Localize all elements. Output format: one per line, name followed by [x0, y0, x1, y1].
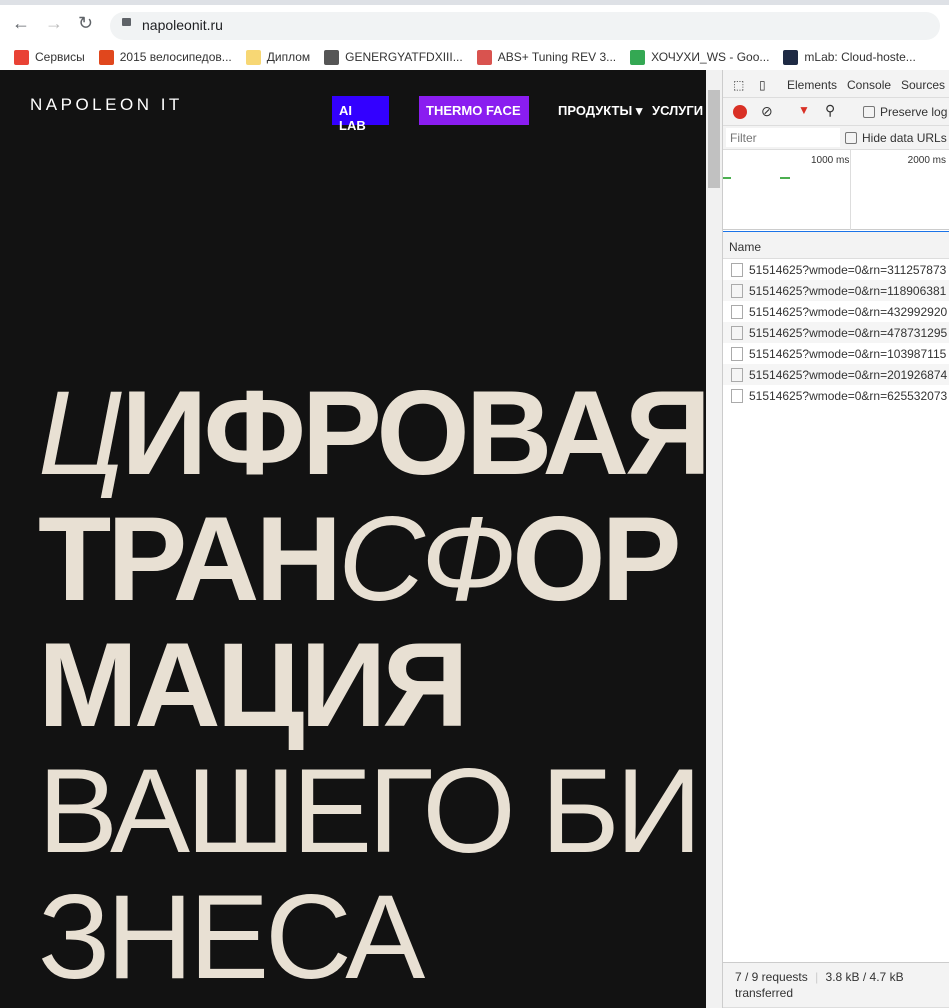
hero-line-3: ВАШЕГО БИЗНЕСА [38, 744, 702, 1004]
forward-icon[interactable]: → [45, 13, 63, 34]
page-scrollbar[interactable] [706, 70, 722, 1008]
network-toolbar: ⊘ ▼ ⚲ Preserve log [723, 98, 949, 126]
nav-products[interactable]: ПРОДУКТЫ ▾ [558, 103, 642, 119]
file-icon [731, 304, 743, 319]
filter-bar: Hide data URLs [723, 126, 949, 150]
column-header-name[interactable]: Name [723, 231, 949, 259]
hero-line-2: ТРАНСФОРМАЦИЯ [38, 496, 722, 748]
bookmark-icon [14, 49, 29, 65]
site-logo[interactable]: NAPOLEON IT [30, 95, 183, 115]
request-row[interactable]: 51514625?wmode=0&rn=478731295 [723, 322, 949, 343]
request-row[interactable]: 51514625?wmode=0&rn=118906381 [723, 280, 949, 301]
request-row[interactable]: 51514625?wmode=0&rn=201926874 [723, 364, 949, 385]
hero-line-1: ЦИФРОВАЯ [38, 370, 722, 496]
hero-text: Ц [38, 366, 125, 500]
file-icon [731, 283, 743, 298]
scrollbar-thumb[interactable] [708, 90, 720, 188]
request-name: 51514625?wmode=0&rn=118906381 [749, 283, 947, 298]
nav-services[interactable]: УСЛУГИ [652, 103, 703, 118]
timeline-bar [723, 177, 731, 179]
lock-icon [122, 18, 131, 26]
preserve-log-checkbox[interactable]: Preserve log [863, 105, 947, 119]
bookmark-item[interactable]: Диплом [245, 45, 311, 69]
url-text: napoleonit.ru [142, 17, 223, 33]
record-icon[interactable] [733, 105, 747, 119]
status-bar: 7 / 9 requests | 3.8 kB / 4.7 kB transfe… [723, 962, 949, 1008]
request-count: 7 / 9 requests [735, 970, 808, 984]
hero-text: ИФРОВАЯ [121, 366, 711, 500]
bookmark-icon [783, 49, 799, 65]
hide-data-urls-checkbox[interactable]: Hide data URLs [845, 131, 947, 145]
request-name: 51514625?wmode=0&rn=311257873 [749, 262, 947, 277]
bookmark-label: ABS+ Tuning REV 3... [497, 50, 617, 64]
webpage: NAPOLEON IT AI LAB THERMO FACE ПРОДУКТЫ … [0, 70, 711, 1008]
request-row[interactable]: 51514625?wmode=0&rn=311257873 [723, 259, 949, 280]
bookmark-icon [630, 49, 646, 65]
bookmark-item[interactable]: Сервисы [14, 45, 85, 69]
file-icon [731, 325, 743, 340]
inspect-icon[interactable]: ⬚ [733, 78, 744, 92]
tick-1000: 1000 ms [811, 155, 850, 166]
tab-console[interactable]: Console [847, 78, 891, 92]
filter-icon[interactable]: ▼ [798, 103, 810, 117]
timeline-overview[interactable]: 1000 ms 2000 ms [723, 150, 949, 230]
file-icon [731, 388, 743, 403]
hide-label: Hide data URLs [862, 131, 947, 145]
request-list: 51514625?wmode=0&rn=311257873 51514625?wm… [723, 259, 949, 406]
request-name: 51514625?wmode=0&rn=201926874 [749, 367, 948, 382]
bookmark-label: Диплом [266, 50, 311, 64]
devtools-panel: ⬚ ▯ Elements Console Sources ⊘ ▼ ⚲ Prese… [722, 70, 949, 1008]
back-icon[interactable]: ← [12, 13, 30, 34]
bookmark-icon [476, 49, 492, 65]
bookmark-label: GENERGYATFDXIII... [345, 50, 463, 64]
bookmark-item[interactable]: GENERGYATFDXIII... [324, 45, 463, 69]
bookmark-item[interactable]: ABS+ Tuning REV 3... [476, 45, 617, 69]
timeline-bar [780, 177, 790, 179]
browser-toolbar: ← → ↻ napoleonit.ru Сервисы 2015 велосипе… [0, 0, 949, 70]
request-name: 51514625?wmode=0&rn=478731295 [749, 325, 948, 340]
bookmark-icon [324, 49, 340, 65]
bookmark-label: mLab: Cloud-hoste... [804, 50, 916, 64]
file-icon [731, 346, 743, 361]
devtools-tabbar: ⬚ ▯ Elements Console Sources [723, 70, 949, 98]
request-name: 51514625?wmode=0&rn=432992920 [749, 304, 948, 319]
search-icon[interactable]: ⚲ [825, 102, 835, 119]
tick-2000: 2000 ms [907, 155, 946, 166]
bookmark-icon [245, 49, 261, 65]
file-icon [731, 262, 743, 277]
address-bar[interactable]: napoleonit.ru [110, 12, 940, 40]
request-name: 51514625?wmode=0&rn=103987115 [749, 346, 947, 361]
nav-ai-lab[interactable]: AI LAB [332, 96, 389, 133]
bookmark-item[interactable]: mLab: Cloud-hoste... [783, 45, 916, 69]
file-icon [731, 367, 743, 382]
bookmark-item[interactable]: 2015 велосипедов... [98, 45, 232, 69]
bookmark-label: Сервисы [35, 50, 85, 64]
filter-input[interactable] [726, 128, 840, 147]
bookmark-item[interactable]: ХОЧУХИ_WS - Goo... [630, 45, 769, 69]
reload-icon[interactable]: ↻ [78, 13, 93, 34]
nav-thermo-face[interactable]: THERMO FACE [419, 96, 529, 125]
bookmarks-bar: Сервисы 2015 велосипедов... Диплом GENERGYA… [0, 45, 916, 69]
device-icon[interactable]: ▯ [759, 78, 766, 92]
clear-icon[interactable]: ⊘ [761, 103, 773, 120]
bookmark-label: ХОЧУХИ_WS - Goo... [651, 50, 770, 64]
request-row[interactable]: 51514625?wmode=0&rn=432992920 [723, 301, 949, 322]
bookmark-icon [98, 49, 114, 65]
request-row[interactable]: 51514625?wmode=0&rn=625532073 [723, 385, 949, 406]
hero-text: СФ [338, 492, 516, 626]
preserve-log-label: Preserve log [880, 105, 948, 119]
hero-heading: ЦИФРОВАЯ ТРАНСФОРМАЦИЯ ВАШЕГО БИЗНЕСА [38, 370, 722, 1000]
tab-elements[interactable]: Elements [787, 78, 837, 92]
bookmark-label: 2015 велосипедов... [119, 50, 232, 64]
hero-text: ТРАН [38, 492, 342, 626]
tab-sources[interactable]: Sources [901, 78, 945, 92]
request-name: 51514625?wmode=0&rn=625532073 [749, 388, 948, 403]
request-row[interactable]: 51514625?wmode=0&rn=103987115 [723, 343, 949, 364]
